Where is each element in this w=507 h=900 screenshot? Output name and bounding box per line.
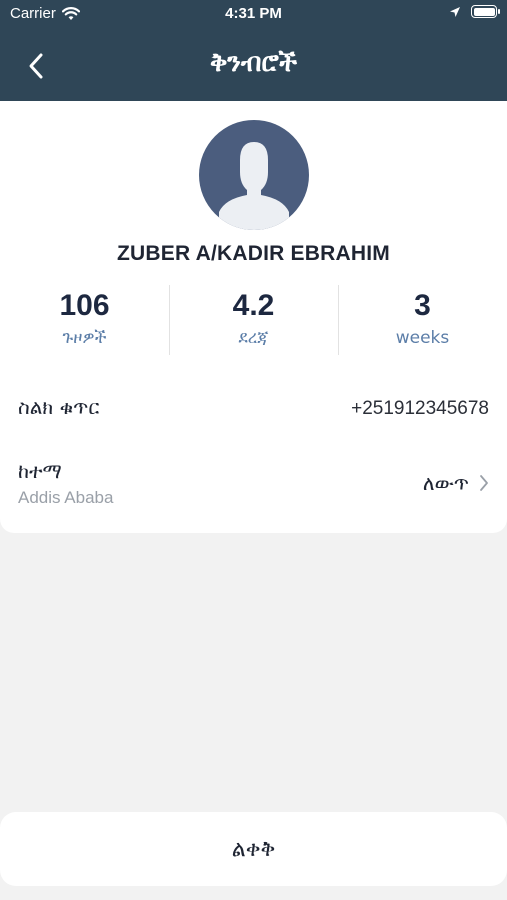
stat-trips: 106 ጉዞዎች	[0, 283, 169, 359]
stat-label: ደረጃ	[238, 328, 269, 348]
stat-label: weeks	[395, 328, 450, 348]
phone-label: ስልክ ቁጥር	[18, 395, 100, 419]
city-label: ከተማ	[18, 459, 62, 483]
avatar[interactable]	[199, 120, 309, 230]
location-arrow-icon	[450, 6, 460, 17]
stat-weeks: 3 weeks	[338, 283, 507, 359]
user-silhouette-icon	[219, 142, 289, 230]
city-value: Addis Ababa	[18, 488, 114, 507]
stats-row: 106 ጉዞዎች 4.2 ደረጃ 3 weeks	[0, 283, 507, 359]
stat-value: 3	[414, 289, 431, 322]
battery-icon	[471, 5, 500, 18]
change-city-button[interactable]: ለውጥ	[423, 471, 489, 495]
status-bar: Carrier 4:31 PM	[0, 0, 507, 28]
phone-value: +251912345678	[351, 398, 489, 419]
navigation-bar: ቅንብሮች	[0, 36, 507, 92]
profile-name: ZUBER A/KADIR EBRAHIM	[117, 242, 390, 265]
change-label: ለውጥ	[422, 471, 469, 495]
status-indicators	[449, 5, 500, 18]
stat-value: 106	[59, 289, 110, 322]
city-row[interactable]: ከተማ Addis Ababa ለውጥ	[0, 441, 507, 511]
stat-rating: 4.2 ደረጃ	[169, 283, 338, 359]
stat-label: ጉዞዎች	[62, 328, 107, 348]
status-time: 4:31 PM	[225, 5, 282, 22]
chevron-right-icon	[480, 475, 488, 491]
app-header: Carrier 4:31 PM ቅንብሮች	[0, 0, 507, 101]
stat-value: 4.2	[232, 289, 275, 322]
page-title: ቅንብሮች	[209, 48, 298, 78]
profile-card: ZUBER A/KADIR EBRAHIM 106 ጉዞዎች 4.2 ደረጃ 3…	[0, 101, 507, 533]
leave-button[interactable]: ልቀቅ	[0, 812, 507, 886]
phone-row[interactable]: ስልክ ቁጥር +251912345678	[0, 371, 507, 441]
